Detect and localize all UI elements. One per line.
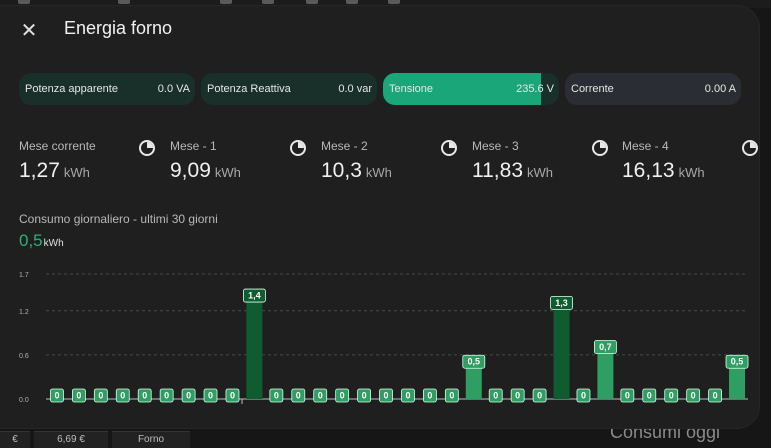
y-tick-label: 1.2 [19, 309, 29, 316]
chart-bar [553, 303, 570, 399]
chart-bar [597, 347, 614, 399]
bar-value-label: 0 [581, 391, 586, 401]
bar-value-label: 0 [691, 391, 696, 401]
chart-bar [246, 296, 263, 399]
bar-value-label: 0 [98, 391, 103, 401]
bar-value-label: 0 [274, 391, 279, 401]
bar-value-label: 0 [318, 391, 323, 401]
bar-value-label: 0 [340, 391, 345, 401]
bar-value-label: 0 [625, 391, 630, 401]
bar-value-label: 0 [515, 391, 520, 401]
bar-value-label: 0 [405, 391, 410, 401]
bar-value-label: 0 [449, 391, 454, 401]
bar-value-label: 0 [384, 391, 389, 401]
bar-value-label: 0 [362, 391, 367, 401]
bar-value-label: 0,5 [468, 357, 481, 367]
bar-value-label: 1,3 [555, 298, 568, 308]
bar-value-label: 0 [54, 391, 59, 401]
bar-value-label: 0 [669, 391, 674, 401]
bar-value-label: 0 [164, 391, 169, 401]
bar-value-label: 0,5 [731, 357, 744, 367]
bar-value-label: 0 [186, 391, 191, 401]
bar-value-label: 0 [230, 391, 235, 401]
bar-value-label: 0,7 [599, 342, 612, 352]
bar-value-label: 0 [493, 391, 498, 401]
y-tick-label: 0.6 [19, 353, 29, 360]
y-tick-label: 0.0 [19, 397, 29, 404]
bar-value-label: 1,4 [248, 291, 261, 301]
bar-value-label: 0 [647, 391, 652, 401]
bar-value-label: 0 [142, 391, 147, 401]
bar-value-label: 0 [427, 391, 432, 401]
bar-value-label: 0 [713, 391, 718, 401]
bar-value-label: 0 [76, 391, 81, 401]
y-tick-label: 1.7 [19, 272, 29, 279]
bar-value-label: 0 [208, 391, 213, 401]
bar-value-label: 0 [120, 391, 125, 401]
daily-consumption-chart: 0.0 0.6 1.2 1.7 0 0 0 0 0 0 0 0 0 1,4 0 0 0 0 0 0 0 0 0 0,5 0 0 0 1… [19, 272, 749, 404]
bar-value-label: 0 [296, 391, 301, 401]
bar-value-label: 0 [537, 391, 542, 401]
